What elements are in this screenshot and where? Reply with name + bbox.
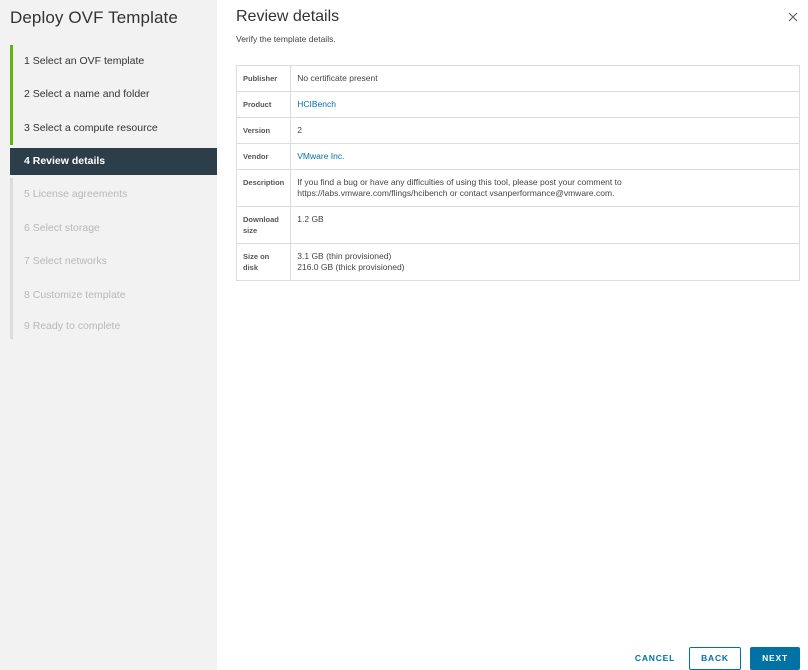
back-button[interactable]: BACK (689, 647, 741, 670)
detail-value-vendor: VMware Inc. (290, 143, 800, 170)
detail-value-download-size: 1.2 GB (290, 206, 800, 244)
description-line-1: If you find a bug or have any difficulti… (297, 177, 622, 187)
step-select-name-and-folder[interactable]: 2 Select a name and folder (10, 78, 217, 112)
next-button[interactable]: NEXT (750, 647, 800, 670)
detail-value-product: HCIBench (290, 91, 800, 118)
page-subtitle: Verify the template details. (236, 34, 336, 44)
step-select-compute-resource[interactable]: 3 Select a compute resource (10, 111, 217, 146)
detail-value-description: If you find a bug or have any difficulti… (290, 169, 800, 207)
detail-key-vendor: Vendor (235, 143, 292, 170)
description-line-2: https://labs.vmware.com/flings/hcibench … (297, 188, 615, 198)
step-select-ovf-template[interactable]: 1 Select an OVF template (10, 45, 217, 78)
table-row: Publisher No certificate present (235, 65, 800, 92)
wizard-main: Review details Verify the template detai… (217, 0, 808, 670)
cancel-button[interactable]: CANCEL (625, 647, 685, 670)
detail-value-publisher: No certificate present (290, 65, 800, 92)
detail-key-size-on-disk: Size on disk (235, 243, 292, 281)
detail-value-size-on-disk: 3.1 GB (thin provisioned) 216.0 GB (thic… (290, 243, 800, 281)
detail-key-product: Product (235, 91, 292, 118)
wizard-steps: 1 Select an OVF template 2 Select a name… (10, 45, 217, 339)
table-row: Vendor VMware Inc. (235, 143, 800, 170)
detail-key-publisher: Publisher (235, 65, 292, 92)
close-icon[interactable] (786, 10, 800, 24)
table-row: Size on disk 3.1 GB (thin provisioned) 2… (235, 243, 800, 281)
table-row: Product HCIBench (235, 91, 800, 118)
wizard-footer: CANCEL BACK NEXT (217, 647, 808, 670)
step-ready-to-complete: 9 Ready to complete (10, 312, 217, 339)
vendor-link[interactable]: VMware Inc. (297, 151, 344, 161)
wizard-title: Deploy OVF Template (10, 8, 178, 27)
step-license-agreements: 5 License agreements (10, 178, 217, 212)
page-title: Review details (236, 8, 340, 25)
wizard-sidebar: Deploy OVF Template 1 Select an OVF temp… (0, 0, 217, 670)
table-row: Download size 1.2 GB (235, 206, 800, 244)
product-link[interactable]: HCIBench (297, 99, 336, 109)
step-customize-template: 8 Customize template (10, 278, 217, 313)
step-review-details[interactable]: 4 Review details (10, 148, 217, 176)
detail-key-description: Description (235, 169, 292, 207)
detail-value-version: 2 (290, 117, 800, 144)
detail-key-download-size: Download size (235, 206, 292, 244)
table-row: Description If you find a bug or have an… (235, 169, 800, 207)
size-thin: 3.1 GB (thin provisioned) (297, 251, 392, 261)
step-select-storage: 6 Select storage (10, 211, 217, 246)
table-row: Version 2 (235, 117, 800, 144)
detail-key-version: Version (235, 117, 292, 144)
size-thick: 216.0 GB (thick provisioned) (297, 262, 405, 272)
details-table: Publisher No certificate present Product… (235, 65, 800, 281)
step-select-networks: 7 Select networks (10, 245, 217, 279)
